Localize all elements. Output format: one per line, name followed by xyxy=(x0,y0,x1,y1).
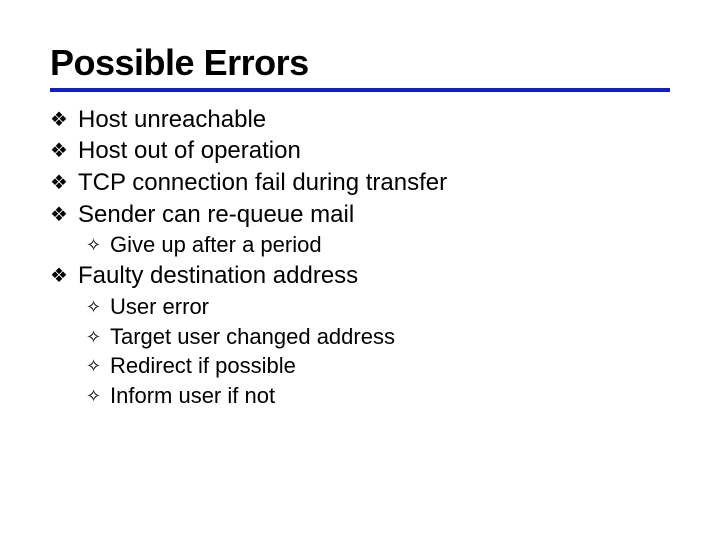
bullet-icon: ✧ xyxy=(86,325,101,349)
list-item-text: Target user changed address xyxy=(110,324,395,349)
list-item: ❖ Sender can re-queue mail xyxy=(50,199,670,231)
list-item: ✧ User error xyxy=(50,292,670,322)
list-item-text: Host out of operation xyxy=(78,137,301,164)
bullet-icon: ❖ xyxy=(50,170,68,196)
list-item: ❖ TCP connection fail during transfer xyxy=(50,167,670,199)
list-item: ❖ Host unreachable xyxy=(50,104,670,136)
slide: Possible Errors ❖ Host unreachable ❖ Host … xyxy=(0,0,720,540)
slide-title: Possible Errors xyxy=(50,44,670,82)
list-item-text: Faulty destination address xyxy=(78,262,358,289)
list-item-text: User error xyxy=(110,294,209,319)
bullet-list: ❖ Host unreachable ❖ Host out of operation… xyxy=(50,104,670,411)
bullet-icon: ❖ xyxy=(50,138,68,164)
title-underline xyxy=(50,88,670,92)
bullet-icon: ❖ xyxy=(50,263,68,289)
list-item: ✧ Target user changed address xyxy=(50,322,670,352)
list-item: ✧ Redirect if possible xyxy=(50,351,670,381)
list-item-text: TCP connection fail during transfer xyxy=(78,169,447,196)
list-item-text: Redirect if possible xyxy=(110,353,296,378)
list-item-text: Host unreachable xyxy=(78,106,266,133)
list-item: ❖ Host out of operation xyxy=(50,135,670,167)
list-item: ✧ Give up after a period xyxy=(50,230,670,260)
list-item: ❖ Faulty destination address xyxy=(50,260,670,292)
bullet-icon: ✧ xyxy=(86,295,101,319)
list-item-text: Give up after a period xyxy=(110,232,322,257)
bullet-icon: ✧ xyxy=(86,233,101,257)
list-item-text: Inform user if not xyxy=(110,383,275,408)
list-item: ✧ Inform user if not xyxy=(50,381,670,411)
bullet-icon: ❖ xyxy=(50,107,68,133)
list-item-text: Sender can re-queue mail xyxy=(78,201,354,228)
bullet-icon: ✧ xyxy=(86,354,101,378)
bullet-icon: ❖ xyxy=(50,202,68,228)
bullet-icon: ✧ xyxy=(86,384,101,408)
